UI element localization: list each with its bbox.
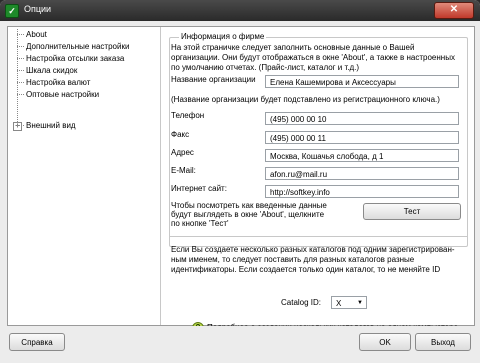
- phone-label: Телефон: [171, 111, 205, 120]
- catalog-text-line-3: идентификаторы. Если создается только од…: [171, 265, 441, 274]
- window-title: Опции: [24, 4, 52, 14]
- fax-label: Факс: [171, 130, 190, 139]
- close-button[interactable]: ✕: [434, 2, 474, 19]
- site-label: Интернет сайт:: [171, 184, 227, 193]
- exit-button[interactable]: Выход: [415, 333, 471, 351]
- address-label: Адрес: [171, 148, 194, 157]
- content-area: About Дополнительные настройки Настройка…: [7, 26, 475, 334]
- tree-item-appearance[interactable]: Внешний вид: [17, 120, 76, 131]
- test-hint-line-3: по кнопке 'Тест': [171, 219, 229, 228]
- title-bar: ✓ Опции ✕: [0, 0, 480, 21]
- org-name-note: (Название организации будет подставлено …: [171, 95, 440, 104]
- chevron-down-icon: ▼: [357, 300, 363, 306]
- tree-item-about[interactable]: About: [17, 29, 47, 40]
- tree-item-discount-scale[interactable]: Шкала скидок: [16, 65, 77, 76]
- company-info-panel: Информация о фирме На этой страничке сле…: [169, 32, 468, 334]
- app-logo-icon: ✓: [5, 4, 19, 18]
- tree-item-extra-settings[interactable]: Дополнительные настройки: [16, 41, 129, 52]
- fax-field[interactable]: (495) 000 00 11: [265, 131, 459, 144]
- phone-field[interactable]: (495) 000 00 10: [265, 112, 459, 125]
- catalog-id-select[interactable]: X ▼: [331, 296, 367, 309]
- tree-item-order-sending[interactable]: Настройка отсылки заказа: [16, 53, 124, 64]
- footer-bar: Справка OK Выход: [0, 326, 480, 363]
- intro-line-3: по умолчанию отчетах. (Прайс-лист, катал…: [171, 63, 360, 72]
- help-button[interactable]: Справка: [9, 333, 65, 351]
- address-field[interactable]: Москва, Кошачья слобода, д 1: [265, 149, 459, 162]
- group-title: Информация о фирме: [179, 32, 267, 41]
- email-label: E-Mail:: [171, 166, 196, 175]
- tree-item-wholesale-settings[interactable]: Оптовые настройки: [16, 89, 99, 100]
- test-button[interactable]: Тест: [363, 203, 461, 220]
- intro-line-1: На этой страничке следует заполнить осно…: [171, 43, 415, 52]
- org-name-field[interactable]: Елена Кашемирова и Аксессуары: [265, 75, 459, 88]
- catalog-id-value: X: [336, 299, 342, 308]
- site-field[interactable]: http://softkey.info: [265, 185, 459, 198]
- tree-item-currency-settings[interactable]: Настройка валют: [16, 77, 90, 88]
- intro-line-2: организации. Они будут отображаться в ок…: [171, 53, 455, 62]
- catalog-text-line-2: ным именем, то следует поставить для раз…: [171, 255, 415, 264]
- ok-button[interactable]: OK: [359, 333, 411, 351]
- options-window: ✓ Опции ✕ About Дополнительные настройки…: [0, 0, 480, 363]
- separator: [169, 236, 468, 237]
- expand-icon[interactable]: +: [13, 122, 22, 131]
- tree-connector-line: [17, 29, 18, 124]
- settings-tree[interactable]: About Дополнительные настройки Настройка…: [8, 27, 161, 325]
- catalog-text-line-1: Если Вы создаете несколько разных катало…: [171, 245, 455, 254]
- org-name-label: Название организации: [171, 75, 256, 84]
- catalog-id-label: Catalog ID:: [281, 298, 322, 307]
- email-field[interactable]: afon.ru@mail.ru: [265, 167, 459, 180]
